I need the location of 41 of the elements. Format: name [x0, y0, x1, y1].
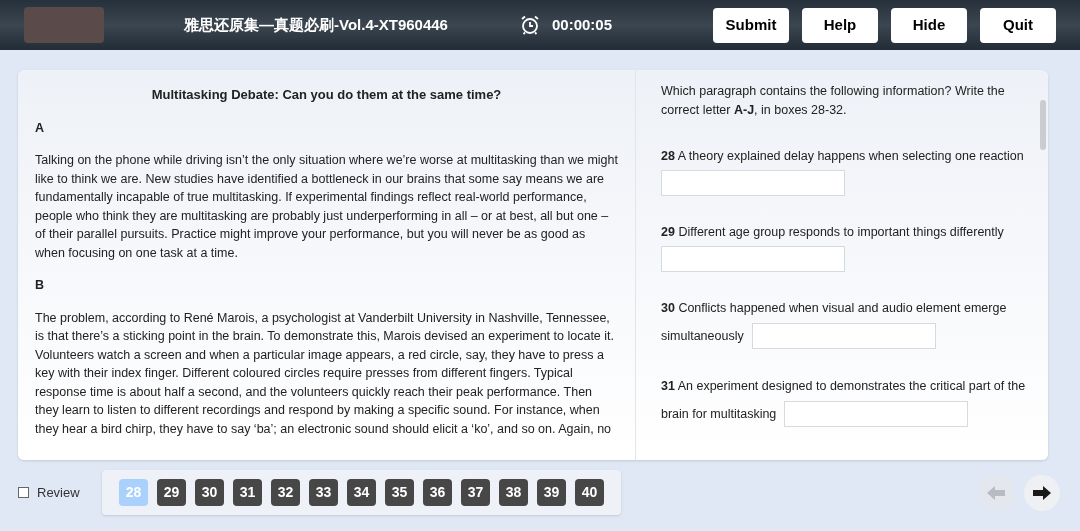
question-number-button[interactable]: 39: [537, 479, 566, 506]
alarm-clock-icon: [520, 15, 540, 35]
paragraph-letter: A: [35, 119, 46, 137]
question-number-button[interactable]: 30: [195, 479, 224, 506]
passage-paragraph: The problem, according to René Marois, a psychologist at Vanderbilt University in Nashville, Tennessee, is that there’s a sticking point in the brain. To demonstrate this, Marois devised an experiment to locate it. Volunteers watch a screen and when a particular image appears, a red circle, say, they have to press a key with their index finger. Different coloured circles require presses from different fingers. Typical response time is about half a second, and the volunteers quickly reach their peak performance. Then they learn to listen to different recordings and respond by making a specific sound. For instance, when they hear a bird chirp, they have to say ‘ba’; an electronic sound should elicit a ‘ko’, and so on. Again, no: [35, 309, 615, 438]
question-text: simultaneously: [661, 328, 744, 345]
question-number-button[interactable]: 35: [385, 479, 414, 506]
question-text: brain for multitasking: [661, 406, 777, 423]
answer-field[interactable]: [784, 401, 969, 427]
instructions: Which paragraph contains the following information? Write the correct letter A-J, in boxes 28-32.: [661, 83, 1006, 119]
question-text: 30 Conflicts happened when visual and audio element emerge: [661, 300, 1008, 317]
question-number-button[interactable]: 36: [423, 479, 452, 506]
right-arrow-icon: [1033, 485, 1051, 500]
answer-field[interactable]: [751, 323, 936, 349]
next-button[interactable]: [1024, 474, 1060, 511]
left-arrow-icon: [987, 485, 1005, 500]
header-button[interactable]: Quit: [980, 7, 1056, 43]
question-number-button[interactable]: 37: [461, 479, 490, 506]
passage-title: Multitasking Debate: Can you do them at the same time?: [150, 86, 503, 104]
question-number-button[interactable]: 29: [157, 479, 186, 506]
question-number-button[interactable]: 38: [499, 479, 528, 506]
question-number-button[interactable]: 33: [309, 479, 338, 506]
question-text: 28 A theory explained delay happens when selecting one reaction: [661, 148, 1025, 165]
review-checkbox[interactable]: [18, 487, 29, 498]
header-button[interactable]: Help: [802, 7, 878, 43]
question-number-button[interactable]: 40: [575, 479, 604, 506]
question-text: 31 An experiment designed to demonstrates the critical part of the: [661, 378, 1027, 395]
question-number-button[interactable]: 31: [233, 479, 262, 506]
header-button[interactable]: Submit: [713, 7, 789, 43]
scrollbar: [1040, 100, 1046, 150]
question-text: 29 Different age group responds to important things differently: [661, 224, 1005, 241]
answer-field[interactable]: [661, 246, 845, 272]
passage-paragraph: Talking on the phone while driving isn’t the only situation where we’re worse at multitasking than we might like to think we are. New studies have identified a bottleneck in our brains that some say means we are fundamentally incapable of true multitasking. If experimental findings reflect real-world performance, people who think they are multitasking are probably just underperforming in all – or at best, all but one – of their parallel pursuits. Practice might improve your performance, but you will never be as good as when focusing on one task at a time.: [35, 152, 618, 262]
question-number-button[interactable]: 34: [347, 479, 376, 506]
header-button[interactable]: Hide: [891, 7, 967, 43]
question-number-button[interactable]: 32: [271, 479, 300, 506]
review-label: Review: [37, 483, 80, 502]
paragraph-letter: B: [35, 277, 46, 294]
answer-field[interactable]: [661, 170, 845, 196]
timer: 00:00:05: [552, 14, 613, 35]
exam-title: 雅思还原集—真题必刷-Vol.4-XT960446: [184, 14, 449, 35]
